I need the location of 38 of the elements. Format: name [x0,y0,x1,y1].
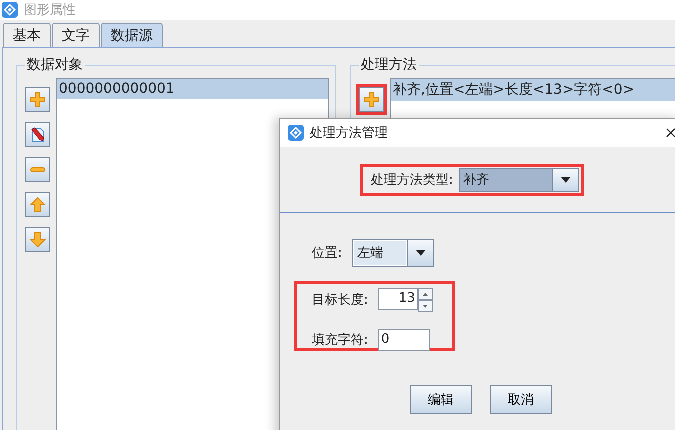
number-field[interactable]: 13 [378,288,418,310]
tab[interactable]: 基本 [3,23,51,47]
caret-icon [423,292,428,296]
tab[interactable]: 数据源 [101,23,163,47]
close-icon [666,128,675,138]
tab[interactable]: 文字 [52,23,100,47]
field-label: 位置: [312,245,342,262]
spin-down-button[interactable] [418,300,434,312]
dialog-button[interactable]: 编辑 [410,385,472,414]
field-label: 目标长度: [312,292,368,309]
group-title: 处理方法 [360,56,418,74]
window-title: 图形属性 [24,2,76,19]
caret-icon [423,304,428,308]
dialog-button[interactable]: 取消 [490,385,552,414]
plus-icon [30,92,46,108]
tool-button[interactable] [25,122,50,147]
position-dropdown[interactable]: 左端 [352,239,434,267]
list-item[interactable]: 0000000000001 [57,79,328,99]
field-label: 处理方法类型: [371,172,454,188]
pencil-page-icon [30,126,46,142]
caret-icon [416,250,426,256]
caret-icon [560,176,571,182]
tool-button[interactable] [359,87,384,112]
down-arrow-icon [30,232,46,248]
up-arrow-icon [30,196,46,212]
group-title: 数据对象 [26,56,84,74]
plus-icon [364,92,380,108]
tool-button[interactable] [25,157,50,182]
tool-button[interactable] [25,192,50,217]
field-label: 填充字符: [312,332,368,349]
spin-up-button[interactable] [418,288,434,300]
dialog-title: 处理方法管理 [310,125,389,142]
tool-button[interactable] [25,227,50,252]
tool-button[interactable] [25,87,50,112]
list-item[interactable]: 补齐,位置<左端>长度<13>字符<0> [391,79,675,101]
type-dropdown[interactable]: 补齐 [459,168,580,192]
text-field[interactable]: 0 [378,329,430,351]
app-icon [288,125,304,141]
